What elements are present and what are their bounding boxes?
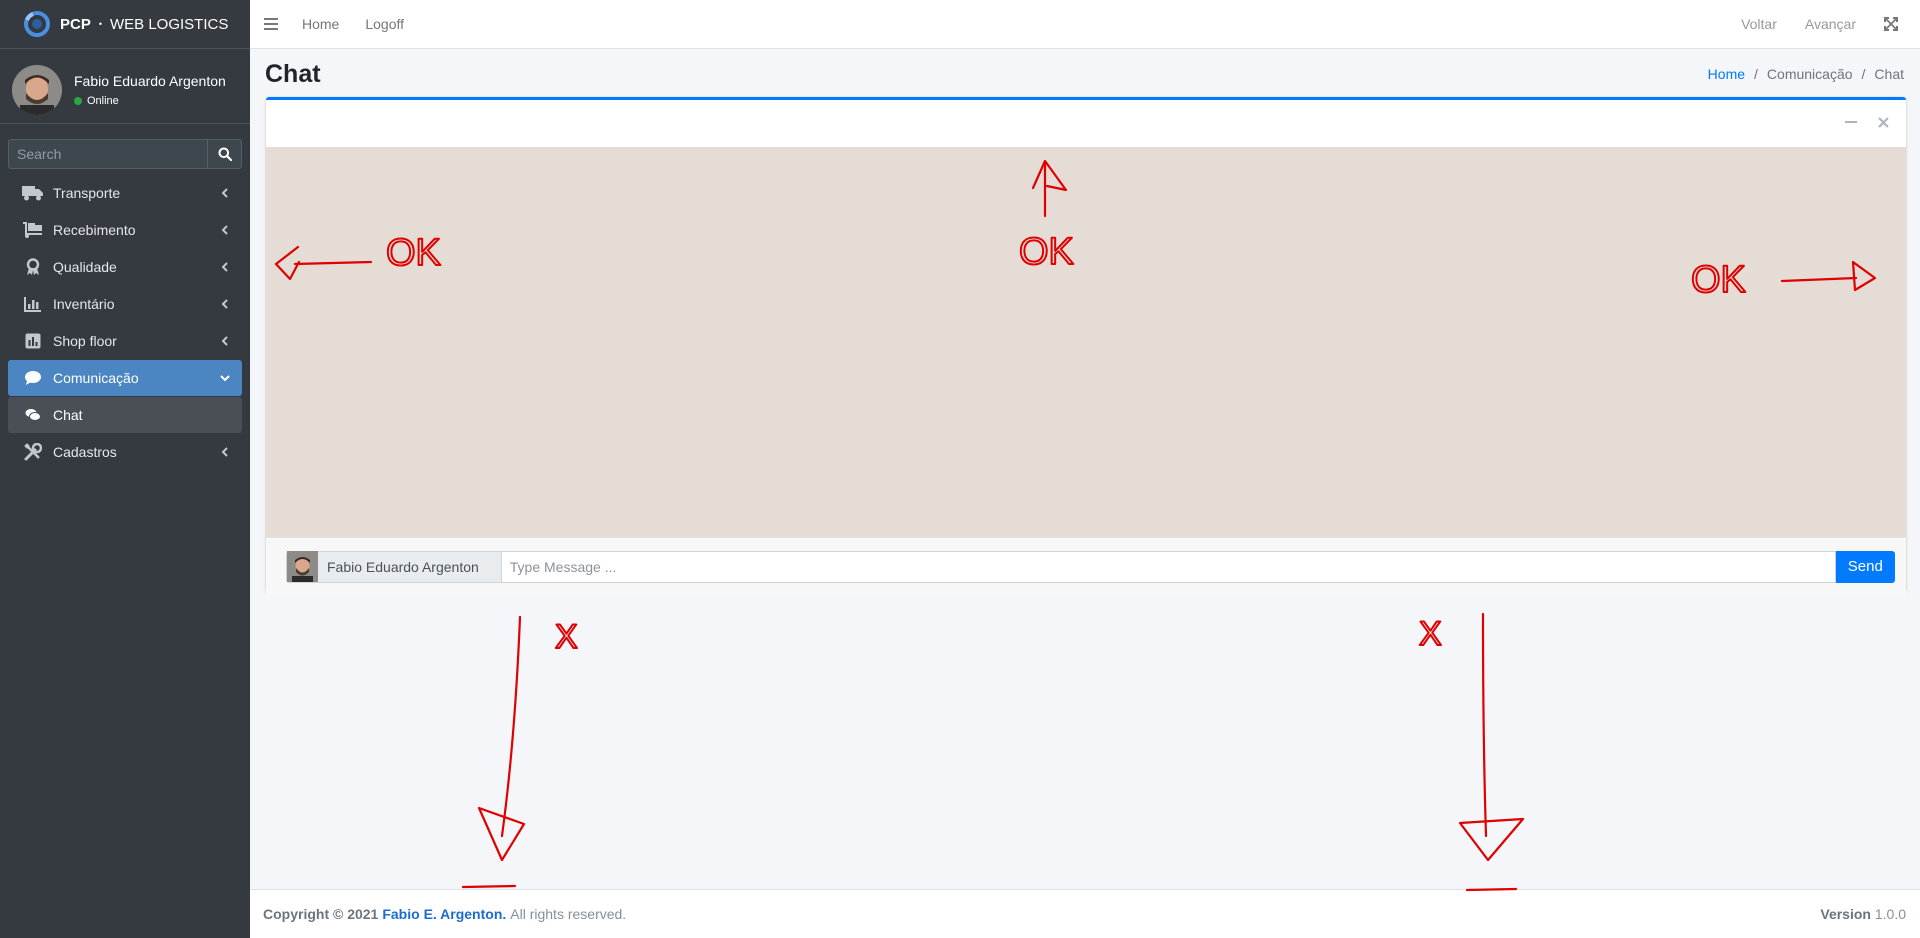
brand[interactable]: PCP • WEB LOGISTICS (0, 0, 250, 49)
card-header (266, 100, 1906, 144)
sidebar-search (8, 139, 242, 169)
user-status: Online (74, 95, 226, 107)
sidebar-item-label: Transporte (53, 185, 121, 201)
brand-name: PCP (60, 15, 91, 33)
sidebar-item-label: Comunicação (53, 370, 139, 386)
close-button[interactable] (1876, 115, 1890, 129)
breadcrumb-separator: / (1861, 66, 1866, 82)
sidebar-item-qualidade[interactable]: Qualidade (8, 249, 242, 285)
sidebar-item-transporte[interactable]: Transporte (8, 175, 242, 211)
page-title: Chat (265, 59, 321, 88)
footer-version: Version 1.0.0 (1820, 906, 1906, 922)
chart-bar-icon (22, 295, 44, 313)
breadcrumb: Home / Comunicação / Chat (1708, 66, 1904, 82)
annotation-arrow-down-right (1458, 612, 1525, 892)
hamburger-menu-icon[interactable] (264, 18, 278, 30)
avatar[interactable] (12, 65, 62, 115)
fullscreen-icon[interactable] (1884, 17, 1898, 31)
top-navbar: Home Logoff Voltar Avançar (250, 0, 1920, 49)
sidebar-item-label: Shop floor (53, 333, 117, 349)
brand-logo-icon (24, 11, 50, 37)
sidebar-item-label: Inventário (53, 296, 115, 312)
minus-icon (1845, 121, 1857, 123)
sidebar-item-cadastros[interactable]: Cadastros (8, 434, 242, 470)
sidebar: PCP • WEB LOGISTICS Fabio Eduardo Argent… (0, 0, 250, 938)
sidebar-item-shop-floor[interactable]: Shop floor (8, 323, 242, 359)
sidebar-item-label: Cadastros (53, 444, 117, 460)
breadcrumb-home-link[interactable]: Home (1708, 66, 1745, 82)
sidebar-item-label: Qualidade (53, 259, 117, 275)
search-button[interactable] (208, 139, 242, 169)
sidebar-nav: Transporte Recebimento Qualidade Inventá… (0, 175, 250, 470)
chat-input-bar: Fabio Eduardo Argenton Send (266, 537, 1906, 595)
footer-version-number: 1.0.0 (1874, 906, 1906, 922)
chevron-left-icon (221, 447, 228, 457)
sidebar-item-label: Chat (53, 407, 83, 423)
footer-author-link[interactable]: Fabio E. Argenton. (382, 906, 506, 922)
award-icon (22, 258, 44, 276)
nav-back-link[interactable]: Voltar (1741, 16, 1777, 32)
sidebar-item-label: Recebimento (53, 222, 136, 238)
sidebar-item-comunicacao[interactable]: Comunicação (8, 360, 242, 396)
sidebar-item-recebimento[interactable]: Recebimento (8, 212, 242, 248)
annotation-x-right: X (1419, 615, 1442, 653)
chevron-left-icon (221, 299, 228, 309)
breadcrumb-separator: / (1754, 66, 1758, 82)
tools-icon (22, 443, 44, 461)
comments-icon (22, 406, 44, 424)
annotation-x-left: X (555, 618, 578, 656)
chart-square-icon (22, 332, 44, 350)
nav-forward-link[interactable]: Avançar (1805, 16, 1856, 32)
content-header: Chat Home / Comunicação / Chat (250, 49, 1920, 99)
chevron-left-icon (221, 336, 228, 346)
dolly-icon (22, 221, 44, 239)
online-status-icon (74, 97, 82, 105)
user-status-label: Online (87, 95, 119, 107)
page-footer: Copyright © 2021 Fabio E. Argenton. All … (250, 889, 1920, 938)
search-icon (218, 147, 232, 161)
user-name[interactable]: Fabio Eduardo Argenton (74, 73, 226, 89)
nav-logoff-link[interactable]: Logoff (365, 16, 404, 32)
sender-label: Fabio Eduardo Argenton (286, 550, 501, 583)
collapse-button[interactable] (1844, 115, 1858, 129)
nav-home-link[interactable]: Home (302, 16, 339, 32)
user-panel: Fabio Eduardo Argenton Online (0, 57, 250, 124)
close-icon (1877, 116, 1889, 128)
sidebar-item-chat[interactable]: Chat (8, 397, 242, 433)
footer-version-label: Version (1820, 906, 1871, 922)
annotation-arrow-down-left (461, 615, 526, 889)
truck-icon (22, 184, 44, 202)
footer-rights: All rights reserved. (510, 906, 627, 922)
chevron-down-icon (220, 375, 230, 382)
search-input[interactable] (8, 139, 208, 169)
sender-avatar (287, 551, 318, 582)
chevron-left-icon (221, 225, 228, 235)
message-input[interactable] (500, 550, 1836, 583)
breadcrumb-current: Chat (1874, 66, 1904, 82)
sidebar-item-inventario[interactable]: Inventário (8, 286, 242, 322)
sender-name: Fabio Eduardo Argenton (327, 558, 479, 575)
breadcrumb-item[interactable]: Comunicação (1767, 66, 1853, 82)
comment-icon (22, 369, 44, 387)
brand-subtitle: WEB LOGISTICS (110, 15, 229, 33)
chevron-left-icon (221, 262, 228, 272)
send-button[interactable]: Send (1835, 550, 1895, 583)
brand-separator: • (98, 19, 102, 29)
chat-card: Fabio Eduardo Argenton Send (266, 97, 1906, 595)
footer-copyright: Copyright © 2021 (263, 906, 379, 922)
chevron-left-icon (221, 188, 228, 198)
chat-messages-area[interactable] (266, 147, 1906, 537)
